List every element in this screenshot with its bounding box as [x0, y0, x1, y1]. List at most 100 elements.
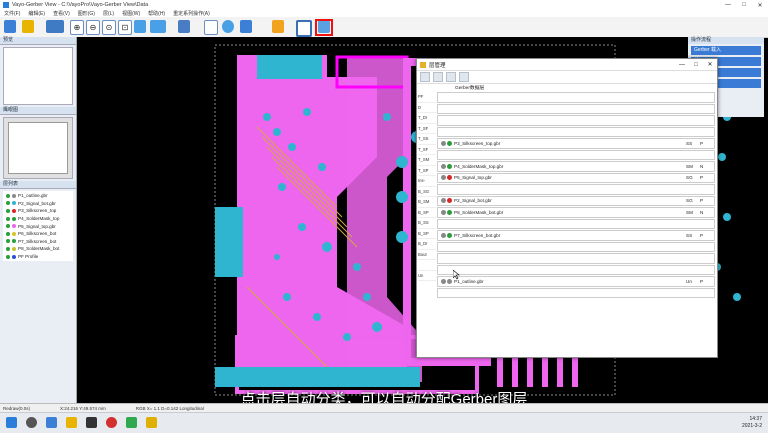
search-icon[interactable]	[26, 417, 37, 428]
close-button[interactable]: ✕	[752, 0, 768, 10]
vayo-taskbar-icon[interactable]	[146, 417, 157, 428]
layer-name: P6_Silkscreen_bot	[18, 231, 57, 237]
folder-icon[interactable]	[66, 417, 77, 428]
visibility-icon[interactable]	[441, 209, 446, 215]
menu-help[interactable]: 帮助(H)	[148, 10, 165, 17]
layer-slot-row[interactable]: P8_SolderMask_bot.gbr SM N	[437, 207, 715, 218]
gerber-load-button[interactable]: Gerber 载入	[691, 46, 761, 55]
units-icon[interactable]	[46, 20, 64, 33]
menu-layer[interactable]: 层(L)	[103, 10, 114, 17]
layer-slot-row[interactable]: P2_Signal_bot.gbr SG P	[437, 195, 715, 206]
layer-slot-row[interactable]	[437, 253, 715, 264]
visibility-icon[interactable]	[6, 201, 10, 206]
visibility-icon[interactable]	[6, 246, 10, 251]
layer-list-item[interactable]: PF Profile	[3, 253, 73, 261]
fit-icon[interactable]	[204, 20, 218, 35]
left-panel: 预览 鹰眼图 层列表 P1_outline.gbr P2_Signal_bot.g…	[0, 37, 77, 403]
visibility-icon[interactable]	[6, 239, 10, 244]
layer-list-title: 层列表	[0, 181, 76, 189]
gerber-file-name: P2_Signal_bot.gbr	[454, 198, 492, 204]
layer-slot-row[interactable]	[437, 103, 715, 114]
layer-slot-row[interactable]: P4_SolderMask_top.gbr SM N	[437, 161, 715, 172]
layer-slot-row[interactable]: P5_Signal_top.gbr SG P	[437, 172, 715, 183]
menu-edit[interactable]: 编辑(E)	[28, 10, 45, 17]
layer-slot-row[interactable]: P7_Silkscreen_bot.gbr SS P	[437, 230, 715, 241]
minimize-button[interactable]: —	[720, 0, 736, 10]
layer-slot-row[interactable]	[437, 218, 715, 229]
save-icon[interactable]	[4, 20, 16, 33]
layer-slot-row[interactable]	[437, 92, 715, 103]
menu-view[interactable]: 查看(V)	[53, 10, 70, 17]
maximize-button[interactable]: □	[736, 0, 752, 10]
dialog-minimize-button[interactable]: —	[675, 59, 689, 70]
circle-icon[interactable]	[222, 20, 234, 33]
layer-color-icon	[447, 140, 452, 146]
layer-slot-row[interactable]: P3_Silkscreen_top.gbr SS P	[437, 138, 715, 149]
visibility-icon[interactable]	[6, 216, 10, 221]
open-icon[interactable]	[22, 20, 34, 33]
menu-graphic[interactable]: 图形(G)	[78, 10, 95, 17]
dialog-maximize-button[interactable]: □	[689, 59, 703, 70]
layer-type: SM	[686, 163, 693, 169]
row-label: T_SS	[418, 134, 436, 145]
layer-list-item[interactable]: P2_Signal_bot.gbr	[3, 200, 73, 208]
layer-color-icon	[12, 239, 16, 244]
apply-icon[interactable]	[459, 72, 469, 82]
layer-type: SS	[686, 140, 693, 146]
layer-color-icon	[12, 246, 16, 251]
visibility-icon[interactable]	[441, 198, 446, 204]
layer-list-item[interactable]: P3_Silkscreen_top	[3, 207, 73, 215]
layer-slot-row[interactable]	[437, 264, 715, 275]
layer-list-item[interactable]: P8_SolderMask_bot	[3, 245, 73, 253]
layer-list-item[interactable]: P5_Signal_top.gbr	[3, 222, 73, 230]
visibility-icon[interactable]	[6, 231, 10, 236]
layer-slot-row[interactable]	[437, 149, 715, 160]
layer-list-item[interactable]: P6_Silkscreen_bot	[3, 230, 73, 238]
visibility-icon[interactable]	[6, 224, 10, 229]
app-icon-2[interactable]	[106, 417, 117, 428]
clock-date: 2021-3-2	[741, 423, 762, 429]
layer-slot-row[interactable]	[437, 126, 715, 137]
menu-window[interactable]: 视图(W)	[122, 10, 140, 17]
sort-icon[interactable]	[433, 72, 443, 82]
measure-icon[interactable]	[240, 20, 252, 33]
zoom-out-icon[interactable]: ⊖	[86, 20, 100, 35]
list-icon[interactable]	[446, 72, 456, 82]
pencil-icon[interactable]	[272, 20, 284, 33]
layer-slot-row[interactable]: P1_outline.gbr Un P	[437, 276, 715, 287]
connector-pad-top	[257, 55, 322, 79]
dialog-close-button[interactable]: ✕	[703, 59, 717, 70]
layer-slot-row[interactable]	[437, 184, 715, 195]
layer-list-item[interactable]: P4_SolderMask_top	[3, 215, 73, 223]
menu-series[interactable]: 重定系列操作(A)	[173, 10, 210, 17]
rectangle-icon[interactable]	[296, 20, 312, 37]
app-icon-3[interactable]	[126, 417, 137, 428]
layer-list-item[interactable]: P7_Silkscreen_bot	[3, 238, 73, 246]
visibility-icon[interactable]	[441, 232, 446, 238]
auto-classify-icon[interactable]	[420, 72, 430, 82]
visibility-icon[interactable]	[6, 193, 10, 198]
select-icon[interactable]	[150, 20, 166, 33]
layer-list-item[interactable]: P1_outline.gbr	[3, 192, 73, 200]
layer-slot-row[interactable]	[437, 115, 715, 126]
start-icon[interactable]	[6, 417, 17, 428]
visibility-icon[interactable]	[441, 278, 446, 284]
eagle-eye-box	[3, 117, 73, 179]
visibility-icon[interactable]	[441, 140, 446, 146]
dialog-icon	[420, 61, 426, 68]
layer-polarity: P	[700, 175, 704, 181]
zoom-area-icon[interactable]: ⊙	[102, 20, 116, 35]
visibility-icon[interactable]	[6, 254, 10, 259]
menu-file[interactable]: 文件(F)	[4, 10, 20, 17]
layer-slot-row[interactable]	[437, 287, 715, 298]
edge-icon[interactable]	[46, 417, 57, 428]
visibility-icon[interactable]	[441, 163, 446, 169]
zoom-fit-icon[interactable]: ⊡	[118, 20, 132, 35]
zoom-in-icon[interactable]: ⊕	[70, 20, 84, 35]
visibility-icon[interactable]	[441, 175, 446, 181]
pan-icon[interactable]	[134, 20, 146, 33]
app-icon-1[interactable]	[86, 417, 97, 428]
layer-slot-row[interactable]	[437, 241, 715, 252]
visibility-icon[interactable]	[6, 208, 10, 213]
layer-icon[interactable]	[178, 20, 190, 33]
